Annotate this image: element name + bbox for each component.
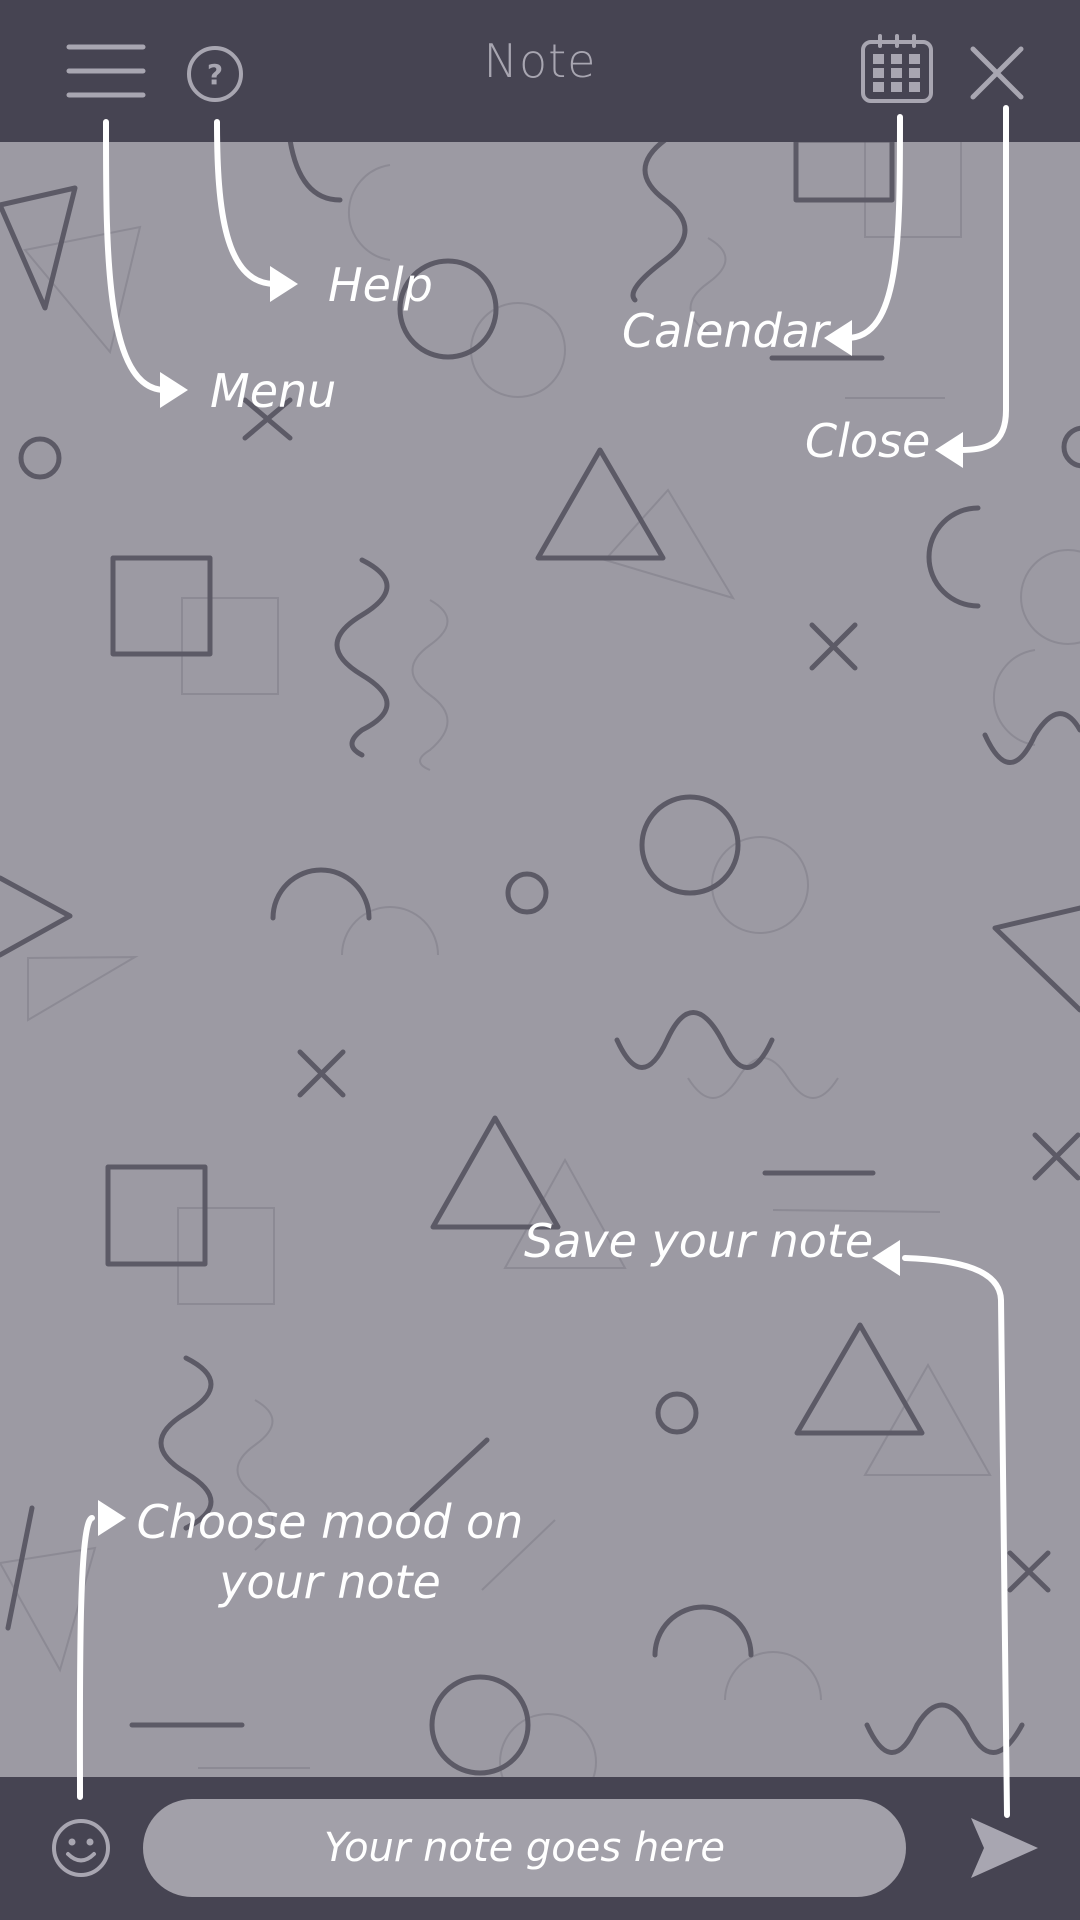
annotation-arrows	[76, 105, 1010, 1818]
mood-annotation-line-1: Choose mood on	[136, 1495, 524, 1549]
help-annotation: Help	[328, 258, 433, 312]
mood-annotation-line-2: your note	[219, 1555, 441, 1609]
close-icon[interactable]	[968, 44, 1026, 102]
smiley-face-icon[interactable]	[50, 1817, 112, 1879]
save-annotation: Save your note	[524, 1214, 874, 1268]
background-pattern	[0, 137, 1080, 1811]
close-annotation: Close	[805, 414, 931, 468]
menu-annotation: Menu	[210, 364, 337, 418]
calendar-annotation: Calendar	[622, 304, 829, 358]
mood-annotation: Choose mood on your note	[130, 1492, 530, 1612]
calendar-icon[interactable]	[860, 34, 934, 104]
send-arrow-icon[interactable]	[968, 1815, 1040, 1881]
note-input[interactable]	[143, 1799, 906, 1897]
